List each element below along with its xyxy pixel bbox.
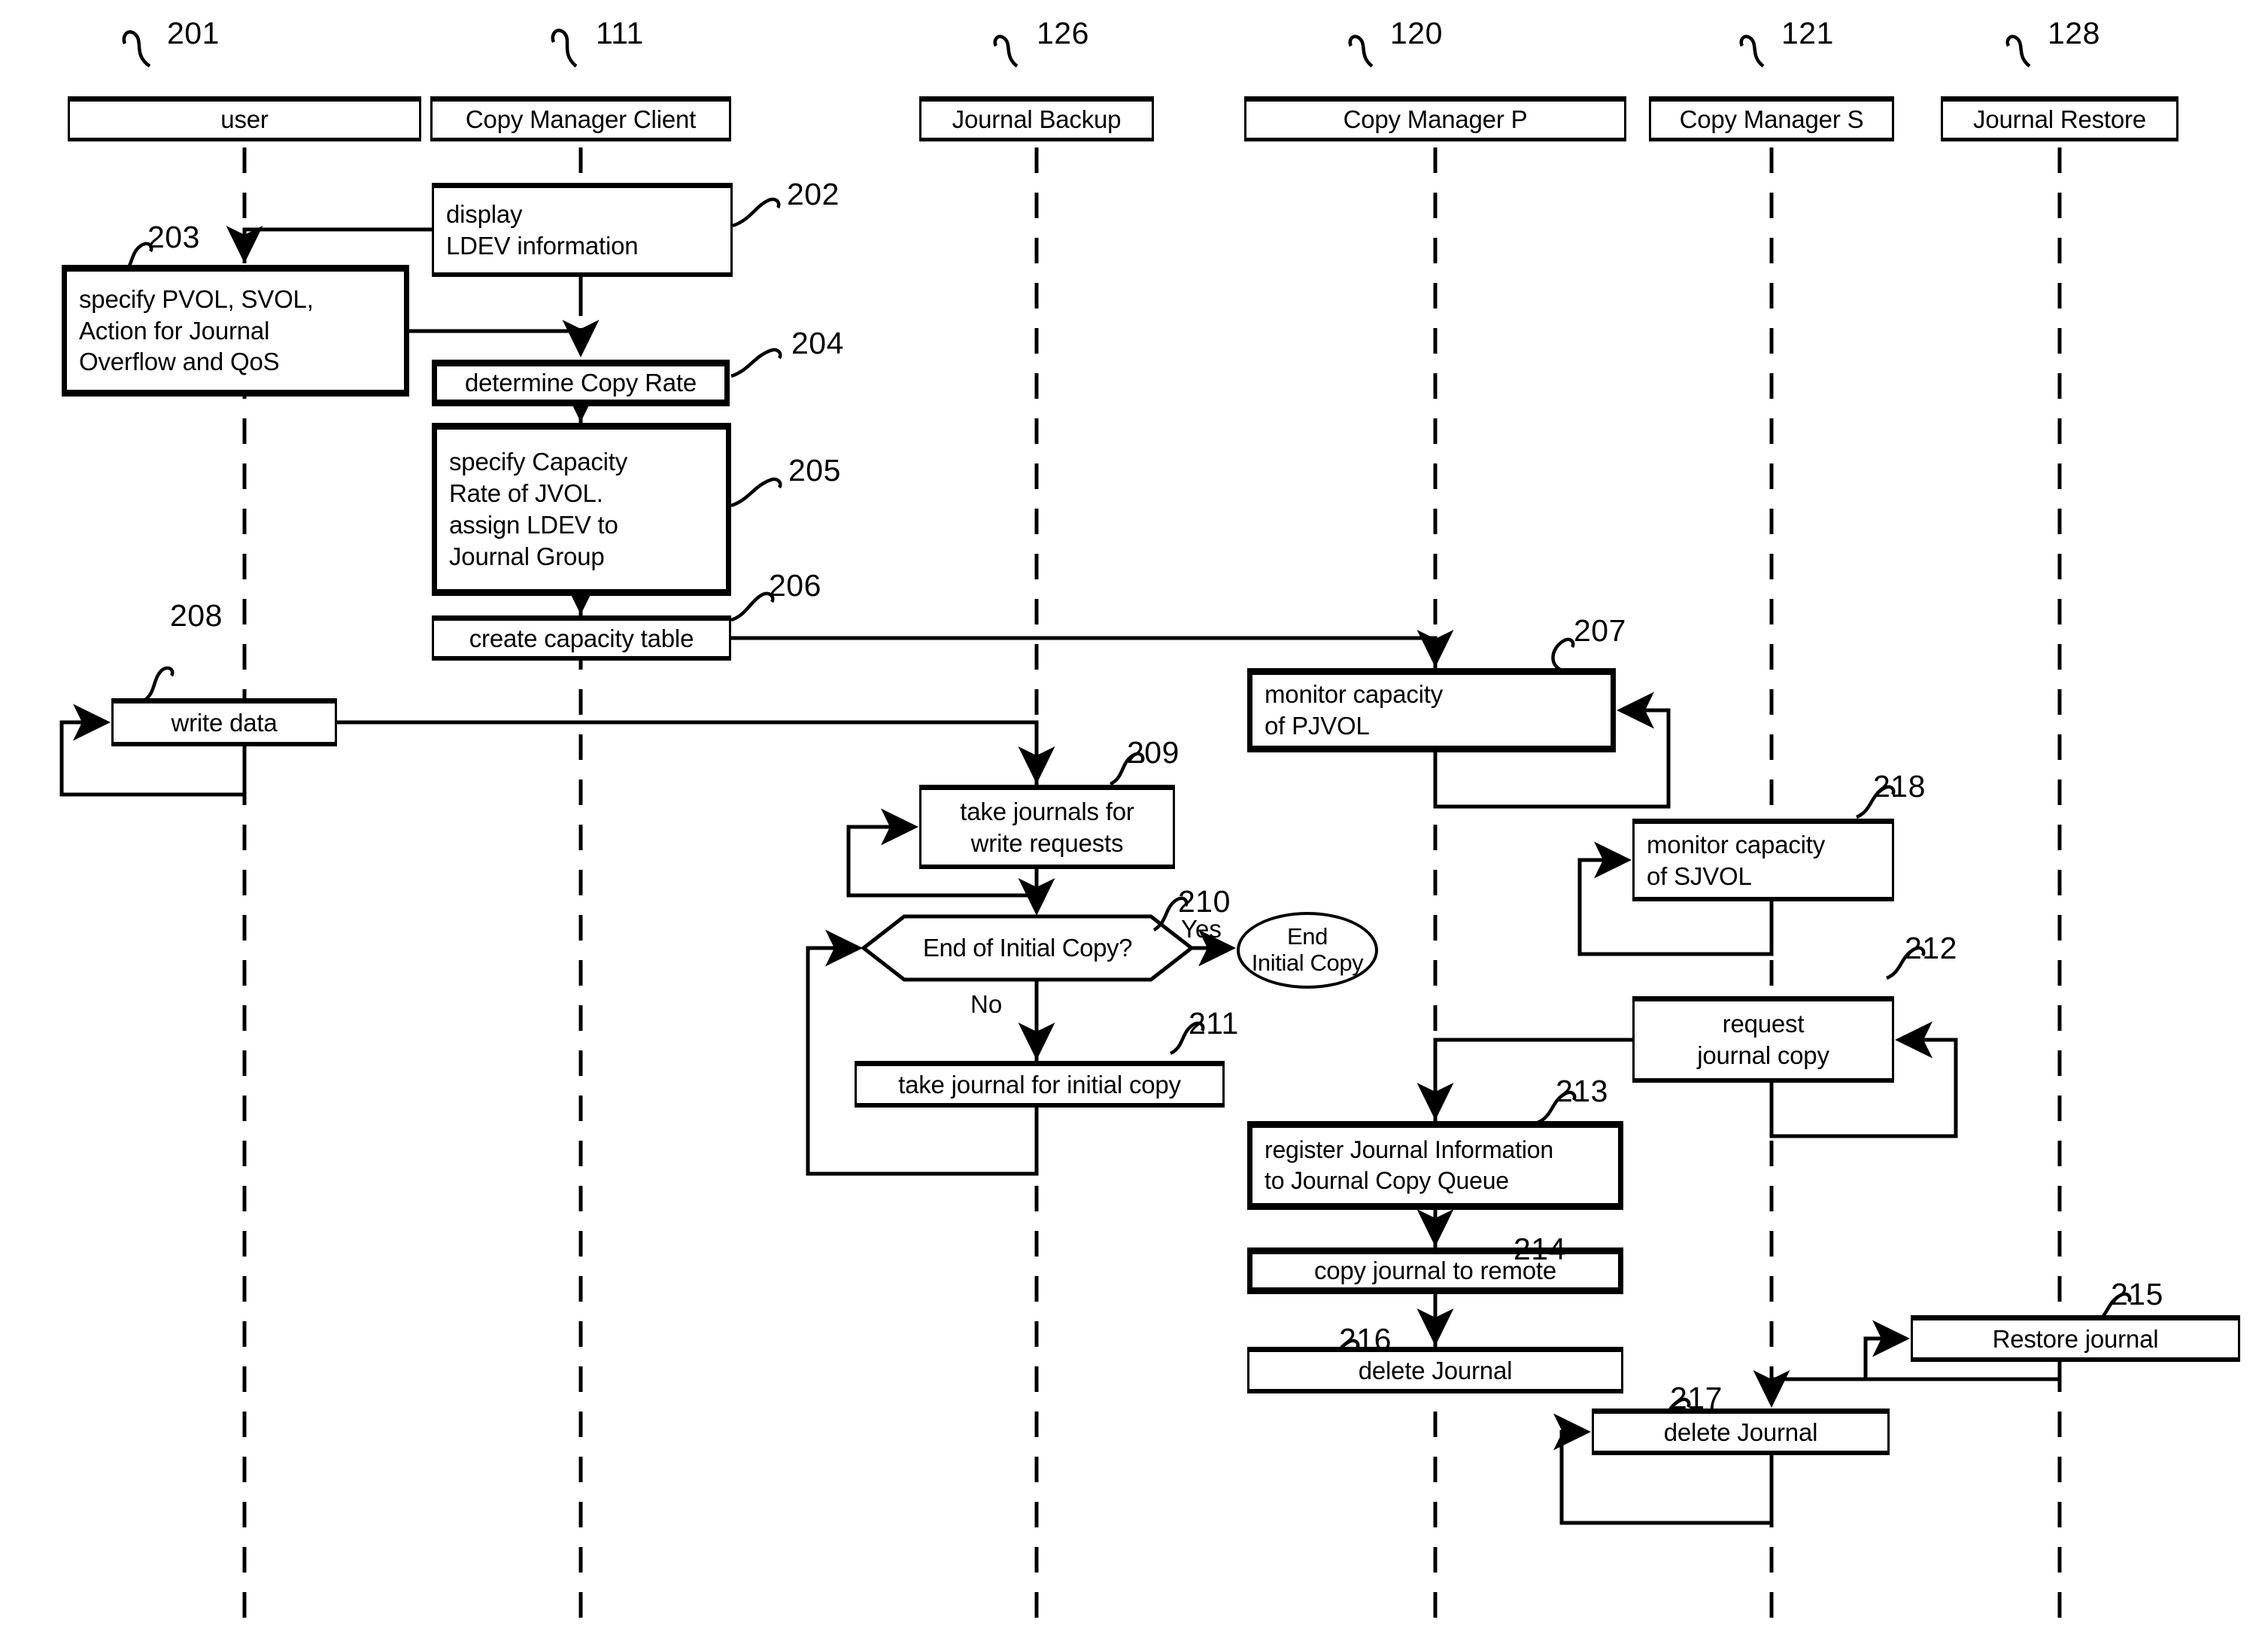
ref-numeral-216: 216 [1339, 1322, 1392, 1357]
step-label: Restore journal [1992, 1324, 2159, 1353]
decision-yes-label: Yes [1181, 915, 1222, 943]
ref-numeral-208: 208 [170, 598, 223, 633]
step-box-request-journal-copy: request journal copy [1632, 996, 1894, 1083]
step-label: display LDEV information [446, 200, 639, 260]
lane-header-user: user [68, 96, 421, 141]
ref-leaders [119, 29, 2132, 1432]
ref-numeral-120: 120 [1390, 16, 1443, 50]
diagram-canvas: user Copy Manager Client Journal Backup … [0, 0, 2268, 1641]
ref-numeral-207: 207 [1574, 613, 1626, 648]
decision-end-of-initial-copy: End of Initial Copy? [864, 916, 1192, 980]
step-box-copy-journal-to-remote: copy journal to remote [1247, 1247, 1623, 1294]
step-label: monitor capacity of SJVOL [1647, 830, 1826, 890]
step-box-specify-pvol-svol: specify PVOL, SVOL, Action for Journal O… [62, 265, 409, 397]
ref-numeral-205: 205 [788, 453, 841, 488]
step-label: write data [171, 708, 278, 737]
ref-numeral-126: 126 [1037, 16, 1089, 50]
step-label: delete Journal [1358, 1356, 1513, 1384]
step-label: monitor capacity of PJVOL [1265, 680, 1444, 740]
step-label: determine Copy Rate [464, 369, 697, 397]
step-box-monitor-capacity-pjvol: monitor capacity of PJVOL [1247, 668, 1616, 752]
step-box-register-journal-information: register Journal Information to Journal … [1247, 1121, 1623, 1210]
ref-numeral-214: 214 [1514, 1232, 1566, 1266]
lane-header-copy-manager-s: Copy Manager S [1649, 96, 1894, 141]
step-label: take journal for initial copy [898, 1070, 1181, 1099]
ref-numeral-203: 203 [147, 220, 200, 254]
step-label: take journals for write requests [960, 797, 1134, 857]
terminal-end-initial-copy: End Initial Copy [1237, 912, 1378, 989]
decision-no-label: No [970, 990, 1003, 1018]
step-box-create-capacity-table: create capacity table [432, 615, 731, 661]
step-box-monitor-capacity-sjvol: monitor capacity of SJVOL [1632, 819, 1894, 901]
ref-numeral-202: 202 [787, 177, 839, 211]
lane-header-copy-manager-p: Copy Manager P [1244, 96, 1626, 141]
step-box-take-journal-for-initial-copy: take journal for initial copy [855, 1061, 1225, 1108]
ref-numeral-204: 204 [791, 326, 844, 360]
ref-numeral-121: 121 [1781, 16, 1834, 50]
step-label: register Journal Information to Journal … [1265, 1136, 1553, 1194]
ref-numeral-209: 209 [1127, 735, 1180, 770]
step-label: create capacity table [469, 624, 694, 652]
step-box-specify-capacity-rate-jvol: specify Capacity Rate of JVOL. assign LD… [432, 423, 731, 596]
lane-label: Copy Manager S [1679, 105, 1864, 133]
step-box-take-journals-for-write-requests: take journals for write requests [919, 785, 1175, 869]
ref-numeral-201: 201 [167, 16, 220, 50]
lane-label: Copy Manager P [1343, 105, 1528, 133]
step-label: request journal copy [1697, 1010, 1829, 1069]
ref-numeral-213: 213 [1556, 1074, 1608, 1108]
step-box-write-data: write data [111, 698, 337, 746]
step-box-delete-journal-primary: delete Journal [1247, 1347, 1623, 1393]
ref-numeral-128: 128 [2048, 16, 2100, 50]
ref-numeral-218: 218 [1873, 769, 1926, 804]
step-label: specify PVOL, SVOL, Action for Journal O… [79, 284, 314, 376]
lane-header-journal-backup: Journal Backup [919, 96, 1154, 141]
step-box-restore-journal: Restore journal [1911, 1315, 2240, 1362]
lane-label: Copy Manager Client [465, 105, 697, 133]
terminal-label: End Initial Copy [1251, 923, 1364, 976]
step-box-display-ldev-information: display LDEV information [432, 183, 733, 277]
step-box-delete-journal-secondary: delete Journal [1592, 1409, 1890, 1455]
ref-numeral-206: 206 [769, 568, 821, 603]
lane-header-journal-restore: Journal Restore [1941, 96, 2178, 141]
ref-numeral-211: 211 [1189, 1006, 1239, 1041]
ref-numeral-111: 111 [596, 16, 644, 50]
lane-label: user [220, 105, 269, 133]
lane-label: Journal Backup [952, 105, 1122, 133]
step-label: delete Journal [1663, 1418, 1818, 1446]
ref-numeral-212: 212 [1905, 931, 1957, 965]
ref-numeral-215: 215 [2111, 1277, 2163, 1311]
ref-numeral-217: 217 [1670, 1381, 1723, 1415]
step-box-determine-copy-rate: determine Copy Rate [432, 360, 730, 406]
lane-header-copy-manager-client: Copy Manager Client [430, 96, 731, 141]
lane-label: Journal Restore [1973, 105, 2146, 133]
ref-numeral-210: 210 [1178, 884, 1231, 919]
decision-label: End of Initial Copy? [922, 934, 1133, 962]
step-label: specify Capacity Rate of JVOL. assign LD… [449, 448, 628, 570]
